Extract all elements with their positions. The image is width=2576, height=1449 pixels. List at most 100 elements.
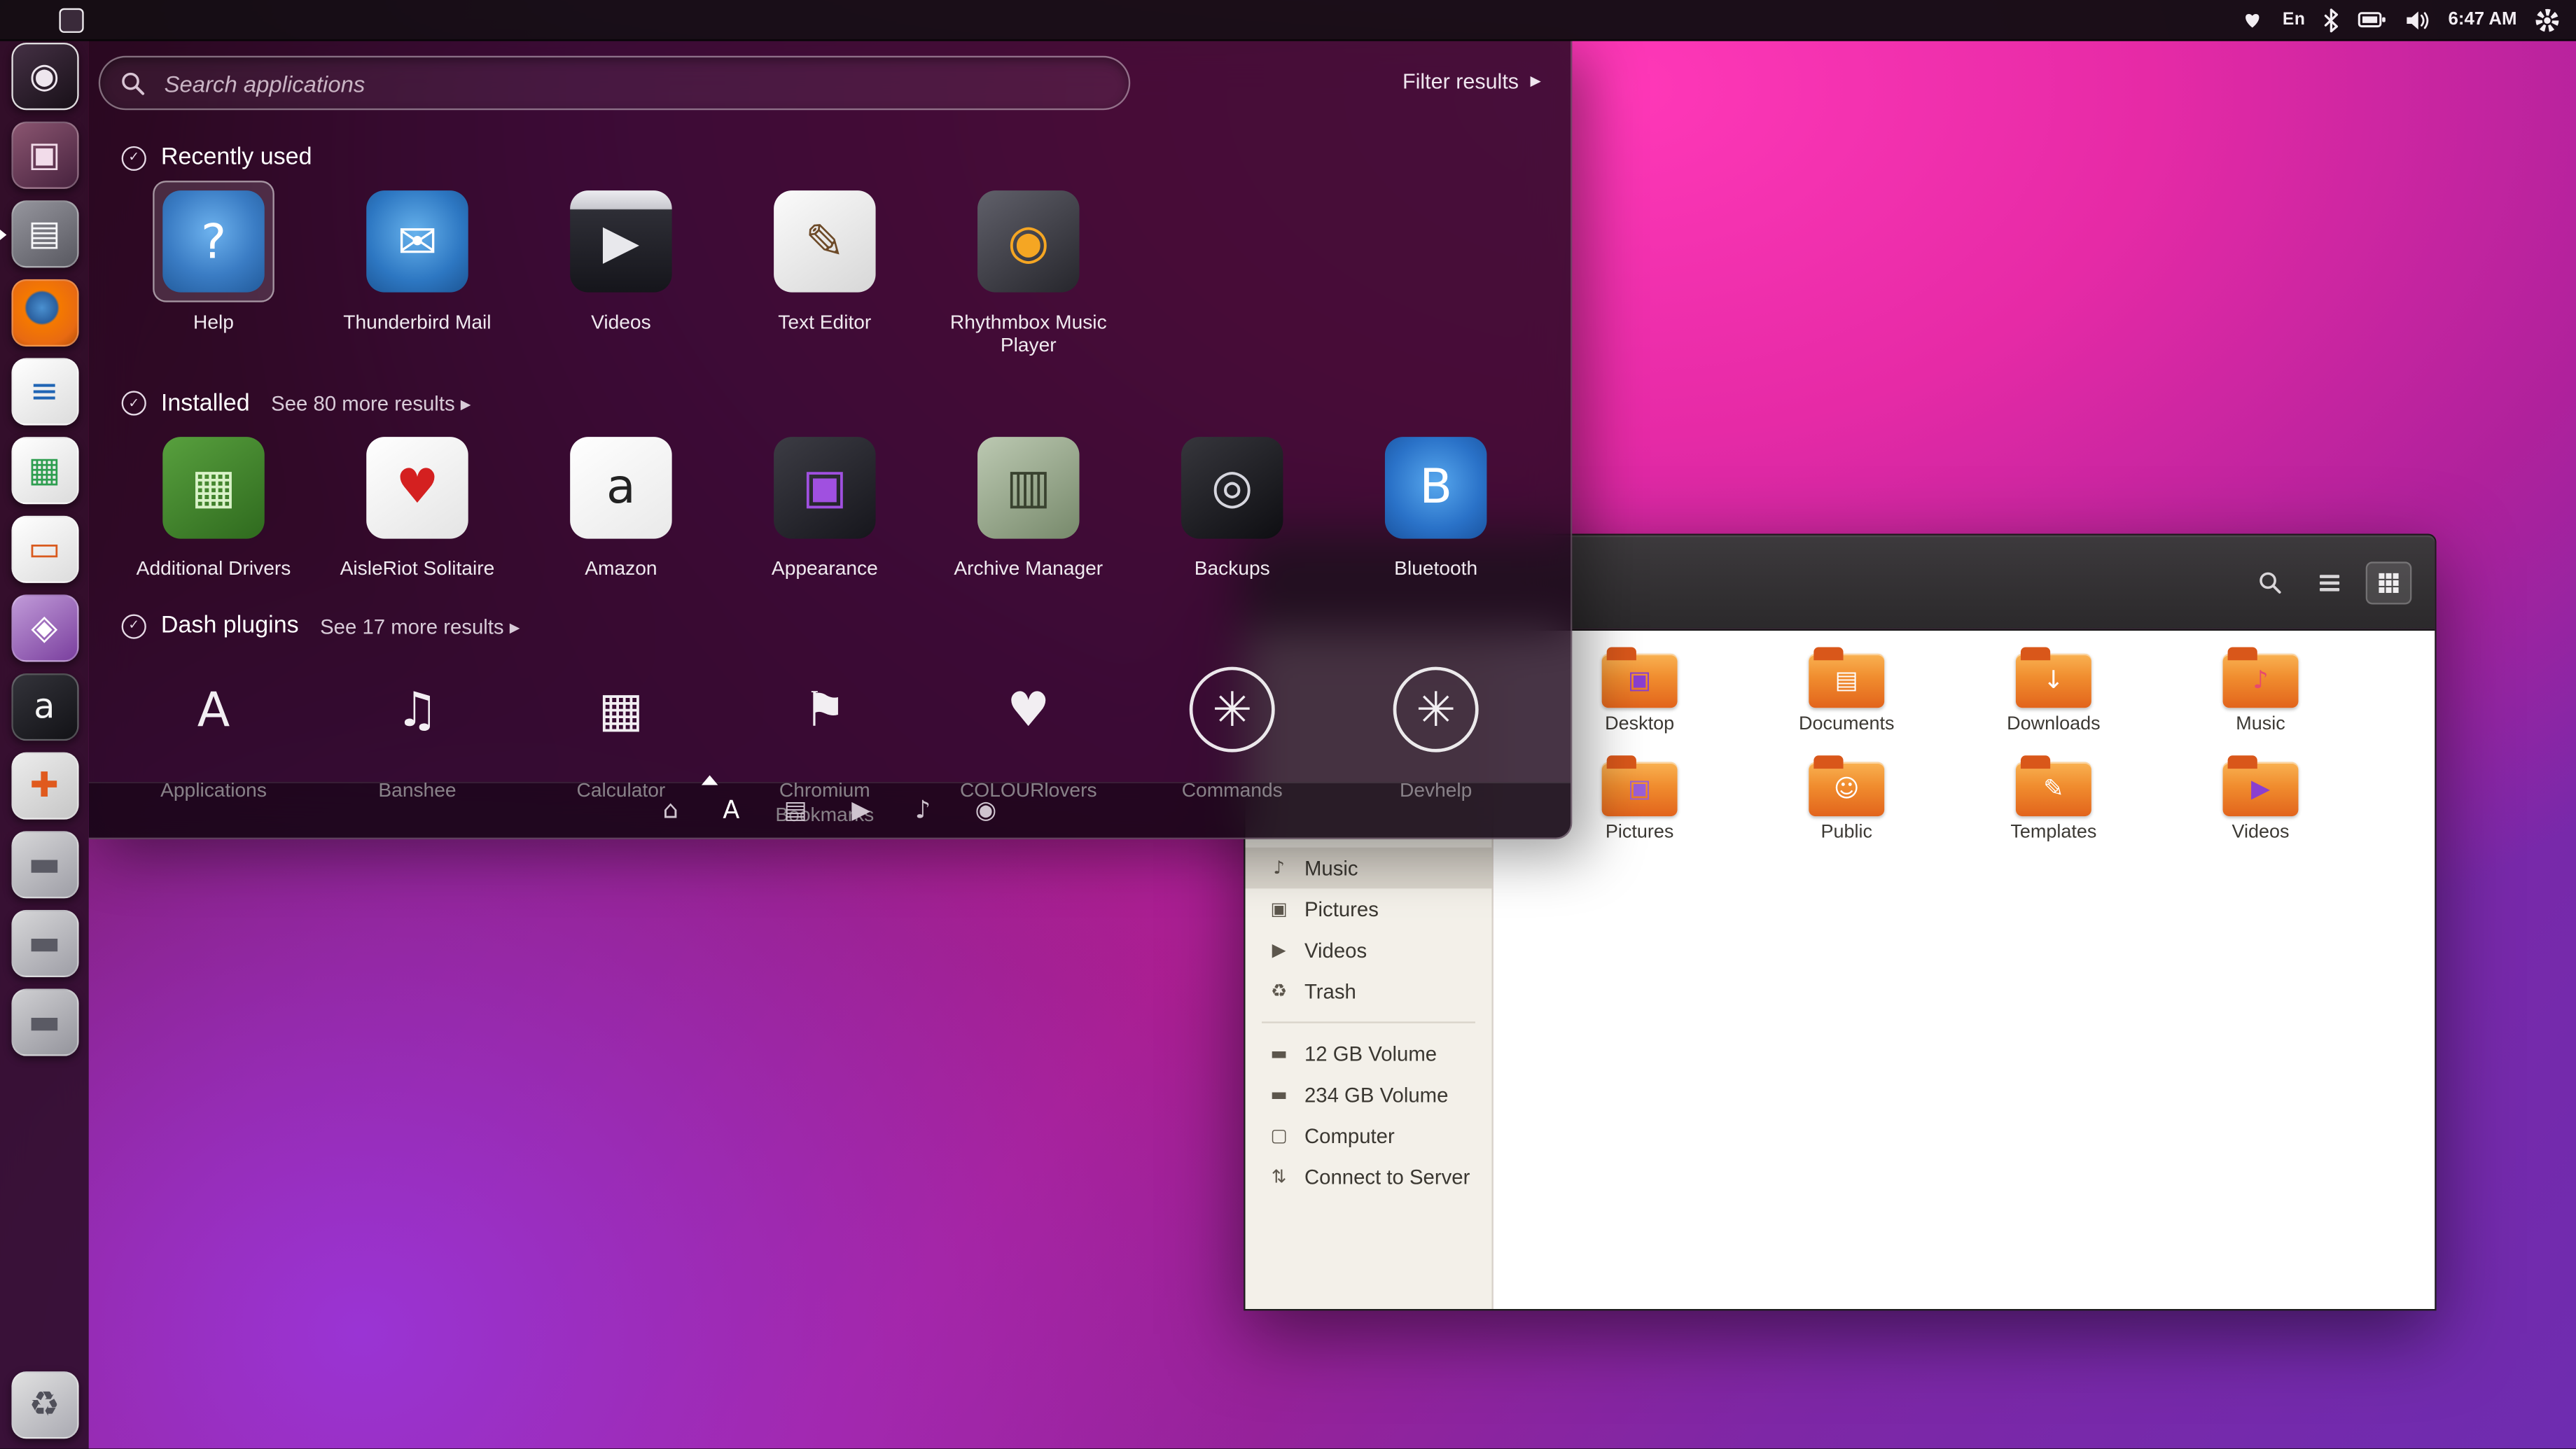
launcher-item[interactable]: ▣: [0, 122, 89, 191]
launcher-item[interactable]: ◉: [0, 43, 89, 112]
dash-app-item[interactable]: ✎ Text Editor: [723, 181, 926, 358]
filter-results-button[interactable]: Filter results ▸: [1402, 69, 1541, 94]
lens-icon: A: [723, 795, 739, 825]
session-gear-icon[interactable]: [2535, 8, 2559, 32]
messaging-heart-icon[interactable]: [2241, 8, 2264, 31]
sidebar-item[interactable]: ▣ Pictures: [1245, 888, 1491, 930]
sidebar-item[interactable]: ♪ Music: [1245, 848, 1491, 889]
launcher: ◉ ▣ ▤ ≡: [0, 39, 89, 1448]
dash-app-item[interactable]: ♥ AisleRiot Solitaire: [315, 427, 519, 580]
dash-app-item[interactable]: ◎ Backups: [1130, 427, 1334, 580]
folder-item[interactable]: ▶ Videos: [2157, 762, 2365, 871]
app-label: Help: [193, 310, 234, 334]
folder-label: Documents: [1799, 715, 1894, 734]
folder-item[interactable]: ✎ Templates: [1950, 762, 2157, 871]
launcher-item[interactable]: ▬: [0, 910, 89, 979]
dash-app-item[interactable]: ✉ Thunderbird Mail: [315, 181, 519, 358]
folder-item[interactable]: ▤ Documents: [1743, 654, 1950, 762]
lens-item[interactable]: ▶: [851, 798, 870, 822]
dash-app-item[interactable]: ▦ Additional Drivers: [112, 427, 316, 580]
launcher-item[interactable]: ✚: [0, 752, 89, 822]
filter-results-label: Filter results: [1402, 69, 1519, 94]
launcher-item[interactable]: ≡: [0, 358, 89, 427]
section-title: Dash plugins: [161, 613, 299, 640]
launcher-icon: ✚: [11, 752, 78, 820]
dash-app-selection: ◉: [968, 181, 1089, 302]
app-glyph: ▥: [1006, 463, 1051, 511]
launcher-icon: ▬: [11, 831, 78, 898]
battery-icon[interactable]: [2358, 10, 2387, 29]
app-icon-ring: ▶: [578, 199, 664, 284]
sidebar-item[interactable]: ▢ Computer: [1245, 1115, 1491, 1156]
dash-app-item[interactable]: ▥ Archive Manager: [926, 427, 1130, 580]
lens-item[interactable]: ▤: [784, 798, 807, 822]
lens-item[interactable]: ⌂: [662, 798, 678, 822]
search-icon[interactable]: [2248, 561, 2294, 603]
running-indicator: [0, 71, 6, 84]
sound-icon[interactable]: [2405, 9, 2430, 31]
launcher-item[interactable]: ◈: [0, 594, 89, 664]
dash-app-selection: ✉: [356, 181, 478, 302]
see-more-link[interactable]: See 17 more results ▸: [320, 614, 520, 638]
launcher-glyph: ♻: [29, 1388, 60, 1422]
dash-app-selection: A: [153, 649, 274, 771]
dash-app-item[interactable]: ▣ Appearance: [723, 427, 926, 580]
folder-item[interactable]: ♪ Music: [2157, 654, 2365, 762]
lens-item[interactable]: ♪: [915, 798, 931, 822]
folder-icon: ↓: [2016, 654, 2091, 708]
app-icon: B: [1385, 437, 1487, 538]
search-input[interactable]: [161, 68, 1109, 97]
sidebar-item[interactable]: ▬ 234 GB Volume: [1245, 1074, 1491, 1115]
app-icon: ✎: [774, 190, 875, 292]
launcher-glyph: ▬: [28, 926, 61, 960]
sidebar-item[interactable]: ♻ Trash: [1245, 971, 1491, 1012]
launcher-item[interactable]: [0, 279, 89, 349]
folder-item[interactable]: ↓ Downloads: [1950, 654, 2157, 762]
dash-app-selection: ♥: [356, 427, 478, 549]
folder-label: Desktop: [1605, 715, 1674, 734]
launcher-item[interactable]: ▭: [0, 516, 89, 585]
launcher-item[interactable]: ▦: [0, 437, 89, 506]
sidebar-item[interactable]: ⇅ Connect to Server: [1245, 1156, 1491, 1198]
app-label: Rhythmbox Music Player: [931, 310, 1125, 358]
sidebar-item[interactable]: ▶ Videos: [1245, 930, 1491, 971]
launcher-glyph: ▬: [28, 848, 61, 882]
list-view-icon[interactable]: [2306, 561, 2353, 603]
bluetooth-icon[interactable]: [2323, 8, 2339, 32]
section-title: Installed: [161, 391, 250, 417]
app-icon-ring: ♥: [986, 667, 1071, 752]
search-box[interactable]: [99, 56, 1130, 110]
lens-item[interactable]: ◉: [975, 798, 997, 822]
app-label: Thunderbird Mail: [343, 310, 491, 334]
grid-view-icon[interactable]: [2366, 561, 2412, 603]
clock[interactable]: 6:47 AM: [2449, 10, 2517, 29]
keyboard-indicator[interactable]: En: [2283, 10, 2305, 29]
app-icon-ring: ⚑: [782, 667, 868, 752]
sidebar-item-label: 234 GB Volume: [1304, 1083, 1448, 1106]
folder-tab: [1813, 755, 1843, 769]
app-icon: ▦: [162, 437, 264, 538]
sidebar-item-icon: ▬: [1267, 1084, 1291, 1106]
see-more-link[interactable]: See 80 more results ▸: [271, 391, 471, 416]
dash-app-item[interactable]: B Bluetooth: [1334, 427, 1538, 580]
launcher-item[interactable]: ▤: [0, 200, 89, 270]
dash-app-item[interactable]: a Amazon: [519, 427, 723, 580]
sidebar-item-icon: ♻: [1267, 981, 1291, 1002]
folder-tab: [2021, 647, 2050, 660]
appmenu-icon[interactable]: [59, 8, 83, 32]
dash-app-item[interactable]: ◉ Rhythmbox Music Player: [926, 181, 1130, 358]
running-indicator: [0, 780, 6, 793]
dash-app-item[interactable]: ? Help: [112, 181, 316, 358]
launcher-item[interactable]: a: [0, 673, 89, 743]
launcher-item-trash[interactable]: ♻: [0, 1371, 89, 1441]
lens-item[interactable]: A: [723, 798, 739, 822]
folder-item[interactable]: ☺ Public: [1743, 762, 1950, 871]
app-label: Videos: [591, 310, 651, 334]
launcher-item[interactable]: ▬: [0, 988, 89, 1058]
desktop: ♪ Music ▣ Pictures ▶ Videos ♻ Trash: [0, 0, 2576, 1448]
sidebar-item[interactable]: ▬ 12 GB Volume: [1245, 1033, 1491, 1074]
active-lens-caret: [702, 775, 718, 785]
dash-app-item[interactable]: ▶ Videos: [519, 181, 723, 358]
launcher-item[interactable]: ▬: [0, 831, 89, 900]
app-icon-ring: ✳: [1393, 667, 1479, 752]
